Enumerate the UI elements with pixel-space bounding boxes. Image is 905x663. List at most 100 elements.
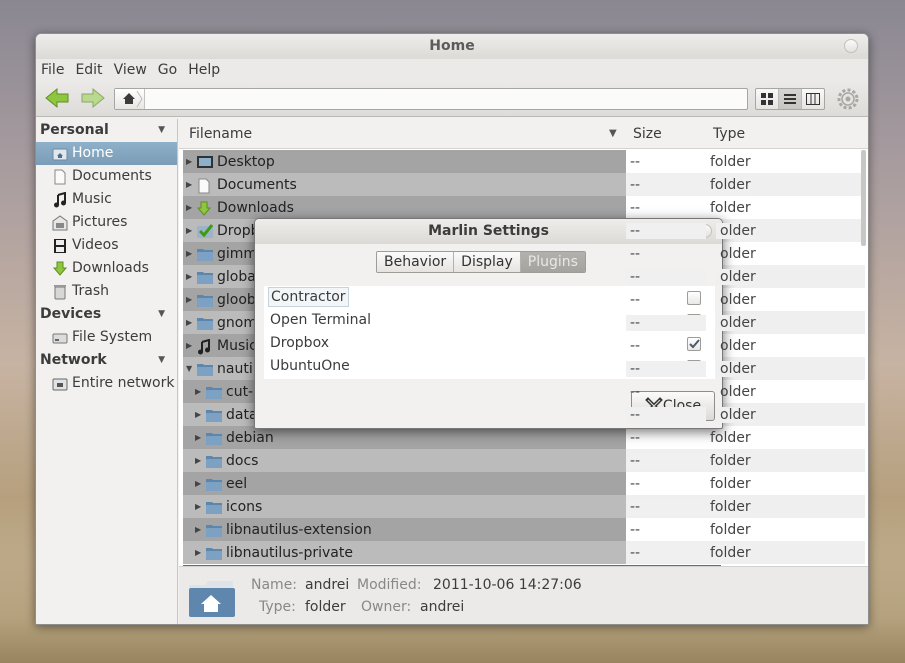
menu-help[interactable]: Help (188, 62, 220, 78)
expander-closed-icon[interactable]: ▶ (186, 272, 195, 281)
folder-icon (206, 477, 222, 491)
expander-closed-icon[interactable]: ▶ (195, 479, 204, 488)
places-sidebar: Personal ▼ Home Documents Music Pictures Video… (36, 119, 178, 624)
expander-closed-icon[interactable]: ▶ (195, 387, 204, 396)
expander-closed-icon[interactable]: ▶ (195, 525, 204, 534)
sidebar-section-network[interactable]: Network ▼ (36, 349, 177, 372)
expander-closed-icon[interactable]: ▶ (195, 433, 204, 442)
status-type: folder (305, 599, 346, 615)
sidebar-item-file-system[interactable]: File System (36, 326, 177, 349)
table-row[interactable]: ▶ debian -- folder (183, 426, 865, 449)
collapse-arrow-icon[interactable]: ▼ (158, 119, 165, 142)
file-type: older (716, 314, 756, 331)
file-name: data (226, 406, 258, 423)
home-folder-icon (52, 146, 68, 162)
expander-closed-icon[interactable]: ▶ (186, 180, 195, 189)
list-view-button[interactable] (779, 89, 802, 109)
sidebar-item-label: Entire network (72, 375, 175, 391)
table-row[interactable]: ▶ Downloads -- folder (183, 196, 865, 219)
file-type: folder (706, 544, 751, 561)
table-row[interactable]: ▶ libnautilus-extension -- folder (183, 518, 865, 541)
gear-icon[interactable] (836, 87, 860, 111)
menu-file[interactable]: File (41, 62, 64, 78)
expander-closed-icon[interactable]: ▶ (186, 249, 195, 258)
sidebar-item-pictures[interactable]: Pictures (36, 211, 177, 234)
file-type: folder (706, 452, 751, 469)
folder-icon (206, 500, 222, 514)
expander-closed-icon[interactable]: ▶ (186, 295, 195, 304)
table-row[interactable]: ▶ eel -- folder (183, 472, 865, 495)
file-type: older (716, 222, 756, 239)
sidebar-item-home[interactable]: Home (36, 142, 177, 165)
grid-icon (761, 93, 773, 105)
sidebar-item-documents[interactable]: Documents (36, 165, 177, 188)
forward-arrow-icon[interactable] (80, 87, 106, 109)
sidebar-section-title: Network (40, 352, 107, 368)
column-filename[interactable]: Filename (189, 126, 252, 142)
table-row[interactable]: ▶ libnautilus-private -- folder (183, 541, 865, 564)
music-icon (52, 191, 68, 208)
expander-closed-icon[interactable]: ▶ (195, 456, 204, 465)
sidebar-item-music[interactable]: Music (36, 188, 177, 211)
expander-open-icon[interactable]: ▼ (186, 364, 195, 373)
expander-closed-icon[interactable]: ▶ (186, 341, 195, 350)
sidebar-section-devices[interactable]: Devices ▼ (36, 303, 177, 326)
file-name: Desktop (217, 153, 275, 170)
expander-closed-icon[interactable]: ▶ (186, 226, 195, 235)
expander-closed-icon[interactable]: ▶ (195, 548, 204, 557)
tab-plugins[interactable]: Plugins (520, 252, 585, 272)
file-type: older (716, 360, 756, 377)
table-row[interactable]: ▶ docs -- folder (183, 449, 865, 472)
sidebar-item-trash[interactable]: Trash (36, 280, 177, 303)
sidebar-item-label: Videos (72, 237, 119, 253)
file-name: icons (226, 498, 263, 515)
file-name: libnautilus-extension (226, 521, 372, 538)
file-type: older (720, 291, 756, 308)
status-owner: andrei (420, 599, 465, 615)
window-close-button[interactable] (844, 39, 858, 53)
back-arrow-icon[interactable] (44, 87, 70, 109)
sort-descending-icon[interactable]: ▼ (609, 128, 617, 139)
tab-display[interactable]: Display (454, 252, 521, 272)
icon-view-button[interactable] (756, 89, 779, 109)
folder-icon (206, 408, 222, 422)
file-name: Music (217, 337, 257, 354)
menu-edit[interactable]: Edit (75, 62, 102, 78)
vertical-scrollbar[interactable] (861, 150, 866, 246)
expander-closed-icon[interactable]: ▶ (195, 502, 204, 511)
expander-closed-icon[interactable]: ▶ (195, 410, 204, 419)
column-type[interactable]: Type (713, 126, 745, 142)
path-home-button[interactable] (115, 89, 145, 109)
location-bar[interactable] (114, 88, 748, 110)
file-name: Documents (217, 176, 297, 193)
file-type: folder (710, 429, 751, 446)
sidebar-item-downloads[interactable]: Downloads (36, 257, 177, 280)
menu-view[interactable]: View (114, 62, 147, 78)
view-mode-switcher (755, 88, 825, 110)
file-type: older (720, 337, 756, 354)
menu-go[interactable]: Go (158, 62, 177, 78)
expander-closed-icon[interactable]: ▶ (186, 318, 195, 327)
file-type: folder (710, 199, 751, 216)
tab-behavior[interactable]: Behavior (377, 252, 455, 272)
column-size[interactable]: Size (633, 126, 662, 142)
expander-closed-icon[interactable]: ▶ (186, 157, 195, 166)
expander-closed-icon[interactable]: ▶ (186, 203, 195, 212)
toolbar (36, 81, 868, 117)
column-view-button[interactable] (802, 89, 824, 109)
table-row[interactable]: ▶ icons -- folder (183, 495, 865, 518)
file-type: folder (710, 153, 751, 170)
table-row[interactable]: ▶ Desktop -- folder (183, 150, 865, 173)
menubar: File Edit View Go Help (36, 59, 868, 81)
sidebar-item-videos[interactable]: Videos (36, 234, 177, 257)
sidebar-item-entire-network[interactable]: Entire network (36, 372, 177, 395)
table-row[interactable]: ▶ Documents -- folder (183, 173, 865, 196)
sidebar-item-label: Trash (72, 283, 109, 299)
sidebar-section-personal[interactable]: Personal ▼ (36, 119, 177, 142)
collapse-arrow-icon[interactable]: ▼ (158, 349, 165, 372)
folder-icon (197, 362, 213, 376)
collapse-arrow-icon[interactable]: ▼ (158, 303, 165, 326)
sidebar-item-label: File System (72, 329, 153, 345)
folder-icon (206, 431, 222, 445)
window-titlebar[interactable]: Home (36, 34, 868, 59)
